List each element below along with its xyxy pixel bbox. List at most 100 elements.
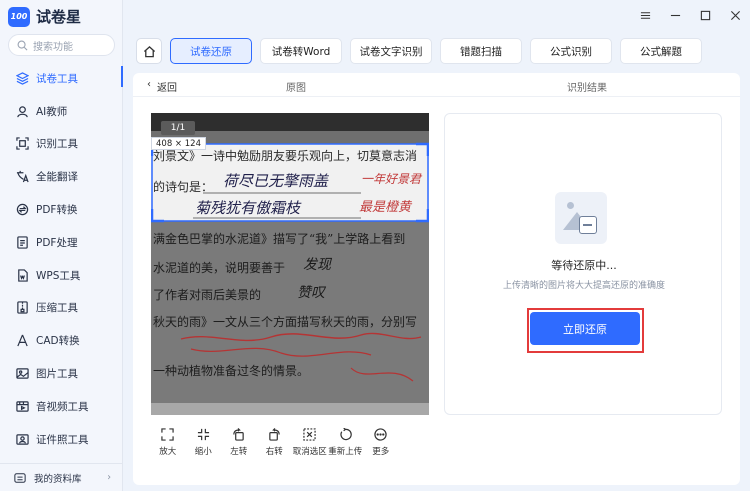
sidebar-item-label: PDF处理 (36, 236, 78, 249)
page-indicator: 1/1 (161, 121, 195, 135)
sidebar-item-media[interactable]: 音视频工具 (0, 390, 123, 423)
cancel-selection-button[interactable]: 取消选区 (292, 428, 328, 457)
rotate-left-button[interactable]: 左转 (221, 428, 257, 457)
sun-shape (567, 202, 574, 209)
sidebar-item-label: PDF转换 (36, 204, 78, 217)
tab-exam-text-ocr[interactable]: 试卷文字识别 (350, 38, 432, 64)
doc-line-7: 一种动植物准备过冬的情景。 (153, 363, 309, 378)
media-icon (16, 400, 29, 413)
sidebar-item-compress[interactable]: 压缩工具 (0, 292, 123, 325)
sidebar-item-label: AI教师 (36, 105, 68, 118)
teacher-icon (16, 105, 29, 118)
chevron-right-icon: › (107, 472, 111, 483)
window-controls (638, 8, 742, 22)
sidebar-item-label: 识别工具 (36, 138, 78, 151)
selection-size-badge: 408 × 124 (151, 137, 206, 150)
tab-bar: 试卷还原 试卷转Word 试卷文字识别 错题扫描 公式识别 公式解题 (170, 38, 702, 64)
sidebar-item-ai-teacher[interactable]: AI教师 (0, 95, 123, 128)
home-icon (143, 45, 155, 57)
doc-line-2: 的诗句是： (153, 179, 213, 194)
app-logo: 100 试卷星 (8, 6, 81, 27)
tool-label: 取消选区 (292, 447, 327, 457)
tool-label: 缩小 (194, 447, 212, 457)
cancel-selection-icon (303, 428, 316, 441)
sidebar-item-exam-tools[interactable]: 试卷工具 (0, 62, 123, 95)
tab-exam-restore[interactable]: 试卷还原 (170, 38, 252, 64)
zoom-in-icon (161, 428, 174, 441)
sidebar-item-label: CAD转换 (36, 335, 80, 348)
id-photo-icon (16, 433, 29, 446)
handwriting-4: 一年好景君 (361, 172, 423, 186)
handwriting-2: 菊残犹有傲霜枝 (195, 199, 302, 217)
search-icon (17, 40, 28, 50)
restore-now-button[interactable]: 立即还原 (530, 312, 640, 345)
upload-tip: 上传清晰的图片将大大提高还原的准确度 (502, 281, 665, 291)
sidebar-item-recognition[interactable]: 识别工具 (0, 128, 123, 161)
back-label: 返回 (157, 83, 177, 94)
minimize-icon[interactable] (668, 8, 682, 22)
sidebar: 100 试卷星 搜索功能 试卷工具 AI教师 识别工具 全能翻译 PDF转换 P… (0, 0, 123, 491)
sidebar-nav: 试卷工具 AI教师 识别工具 全能翻译 PDF转换 PDF处理 WPS工具 压缩… (0, 62, 123, 456)
compress-icon (16, 301, 29, 315)
tool-label: 左转 (230, 447, 248, 457)
tab-formula-ocr[interactable]: 公式识别 (530, 38, 612, 64)
rotate-right-button[interactable]: 右转 (257, 428, 293, 457)
image-toolbar: 放大 缩小 左转 右转 取消选区 重新上传 更多 (150, 428, 399, 457)
sidebar-item-image[interactable]: 图片工具 (0, 357, 123, 390)
doc-line-5: 了作者对雨后美景的 (153, 287, 261, 302)
zoom-out-icon (197, 428, 209, 441)
sidebar-item-translate[interactable]: 全能翻译 (0, 160, 123, 193)
pdf-convert-icon (16, 203, 29, 216)
doc-line-1: 刘景文》一诗中勉励朋友要乐观向上，切莫意志消 (153, 148, 417, 163)
scan-badge-icon (579, 216, 597, 234)
back-button[interactable]: ‹ 返回 (147, 79, 177, 94)
menu-icon[interactable] (638, 8, 652, 22)
my-library[interactable]: 我的资料库 › (0, 463, 123, 491)
zoom-in-button[interactable]: 放大 (150, 428, 186, 457)
sidebar-item-wps[interactable]: WPS工具 (0, 259, 123, 292)
app-name: 试卷星 (36, 8, 82, 26)
zoom-out-button[interactable]: 缩小 (186, 428, 222, 457)
library-icon (14, 472, 26, 483)
home-button[interactable] (136, 38, 162, 64)
maximize-icon[interactable] (698, 8, 712, 22)
rotate-right-icon (269, 428, 280, 441)
original-image-preview[interactable]: 刘景文》一诗中勉励朋友要乐观向上，切莫意志消 的诗句是： 荷尽已无擎雨盖 菊残犹… (151, 113, 429, 415)
original-image-label: 原图 (286, 83, 306, 94)
my-library-label: 我的资料库 (34, 473, 82, 485)
tab-exam-to-word[interactable]: 试卷转Word (260, 38, 342, 64)
logo-mark: 100 (8, 6, 30, 27)
sidebar-item-label: 音视频工具 (36, 400, 89, 413)
result-area: 等待还原中... 上传清晰的图片将大大提高还原的准确度 立即还原 (444, 113, 722, 415)
reupload-icon (340, 428, 352, 441)
wps-icon (16, 268, 29, 282)
layers-icon (16, 72, 29, 85)
sidebar-item-label: 证件照工具 (36, 433, 89, 446)
tab-wrong-question-scan[interactable]: 错题扫描 (440, 38, 522, 64)
tab-formula-solve[interactable]: 公式解题 (620, 38, 702, 64)
search-input[interactable]: 搜索功能 (8, 34, 115, 56)
handwriting-5: 发现 (303, 257, 333, 273)
sidebar-active-indicator (121, 66, 123, 86)
close-icon[interactable] (728, 8, 742, 22)
sidebar-item-pdf-convert[interactable]: PDF转换 (0, 193, 123, 226)
sidebar-item-id-photo[interactable]: 证件照工具 (0, 423, 123, 456)
chevron-left-icon: ‹ (147, 79, 151, 90)
sidebar-item-label: 试卷工具 (36, 72, 78, 85)
waiting-status: 等待还原中... (551, 259, 617, 272)
sidebar-item-label: WPS工具 (36, 269, 81, 282)
tool-label: 放大 (159, 447, 177, 457)
sidebar-item-label: 图片工具 (36, 368, 78, 381)
sidebar-item-pdf-process[interactable]: PDF处理 (0, 226, 123, 259)
reupload-button[interactable]: 重新上传 (328, 428, 364, 457)
search-placeholder: 搜索功能 (33, 41, 73, 53)
rotate-left-icon (233, 428, 244, 441)
sidebar-item-cad[interactable]: CAD转换 (0, 324, 123, 357)
placeholder-image-icon (555, 192, 607, 244)
scan-icon (16, 137, 29, 151)
more-button[interactable]: 更多 (363, 428, 399, 457)
sidebar-item-label: 全能翻译 (36, 171, 78, 184)
more-icon (374, 428, 387, 441)
result-label: 识别结果 (567, 83, 607, 94)
doc-line-6: 秋天的雨》一文从三个方面描写秋天的雨，分别写 (153, 314, 417, 329)
